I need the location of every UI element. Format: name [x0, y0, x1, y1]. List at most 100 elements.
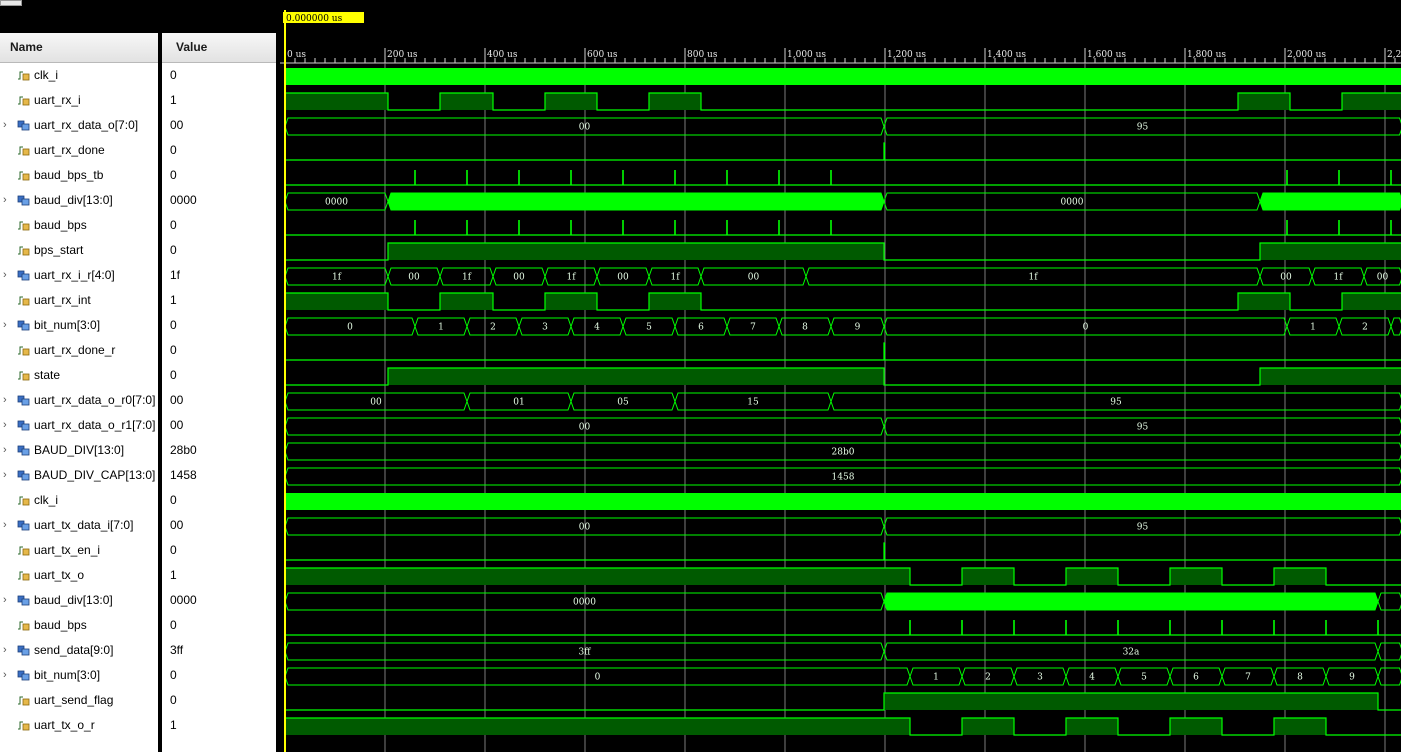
- signal-row-name[interactable]: › uart_rx_i_r[4:0]: [0, 263, 158, 288]
- signal-row-name[interactable]: uart_rx_done: [0, 138, 158, 163]
- bus-value-label: 1: [933, 673, 939, 683]
- signal-value: 00: [170, 518, 184, 532]
- signal-row-name[interactable]: uart_rx_i: [0, 88, 158, 113]
- high-level-fill: [1066, 568, 1118, 585]
- signal-name: bps_start: [34, 243, 84, 257]
- bus-signal-icon: [17, 595, 30, 606]
- bus-value-label: 0: [347, 323, 353, 333]
- expand-chevron-icon[interactable]: ›: [3, 313, 11, 338]
- bit-signal-icon: [18, 246, 30, 256]
- signal-row-name[interactable]: uart_send_flag: [0, 688, 158, 713]
- signal-value: 1: [170, 93, 177, 107]
- value-column-header[interactable]: Value: [162, 33, 276, 63]
- signal-value: 0: [170, 693, 177, 707]
- ruler-tick-label: 400 us: [487, 50, 518, 60]
- expand-chevron-icon[interactable]: ›: [3, 588, 11, 613]
- signal-row-name[interactable]: baud_bps: [0, 213, 158, 238]
- signal-row-name[interactable]: › baud_div[13:0]: [0, 588, 158, 613]
- expand-chevron-icon[interactable]: ›: [3, 113, 11, 138]
- bus-value-label: 05: [617, 398, 629, 408]
- bus-signal-icon: [17, 645, 30, 656]
- signal-row-name[interactable]: › uart_rx_data_o[7:0]: [0, 113, 158, 138]
- signal-row-name[interactable]: › uart_rx_data_o_r1[7:0]: [0, 413, 158, 438]
- signal-row-name[interactable]: clk_i: [0, 488, 158, 513]
- signal-value-column: 0 1 00 0 0 0000 0 0 1f 1 0 0 0 00 00 28b0 1458 0 00 0 1 0000 0…: [162, 63, 276, 752]
- name-column-header[interactable]: Name: [0, 33, 158, 63]
- signal-value: 0: [170, 368, 177, 382]
- signal-row-name[interactable]: uart_tx_en_i: [0, 538, 158, 563]
- bus-value-label: 5: [646, 323, 652, 333]
- signal-value: 0: [170, 668, 177, 682]
- ruler-tick-label: 1,600 us: [1087, 50, 1126, 60]
- signal-row-name[interactable]: baud_bps_tb: [0, 163, 158, 188]
- signal-name: clk_i: [34, 493, 59, 507]
- high-level-fill: [962, 568, 1014, 585]
- bus-signal-icon: [17, 420, 30, 431]
- signal-row-name[interactable]: › baud_div[13:0]: [0, 188, 158, 213]
- bit-signal-icon: [18, 496, 30, 506]
- signal-value: 1: [170, 568, 177, 582]
- high-level-fill: [545, 93, 597, 110]
- signal-row-name[interactable]: › BAUD_DIV_CAP[13:0]: [0, 463, 158, 488]
- signal-row-name[interactable]: bps_start: [0, 238, 158, 263]
- bus-value-label: 00: [513, 273, 525, 283]
- bus-value-label: 5: [1141, 673, 1147, 683]
- signal-row-name[interactable]: clk_i: [0, 63, 158, 88]
- bus-signal-icon: [17, 470, 30, 481]
- expand-chevron-icon[interactable]: ›: [3, 463, 11, 488]
- waveform-canvas[interactable]: 0.000000 us 0 us 200 us 400 us 600 us 800 us 1…: [280, 0, 1401, 752]
- bus-value-label: 8: [1297, 673, 1303, 683]
- ruler-tick-label: 200 us: [387, 50, 418, 60]
- bus-value-label: 95: [1137, 123, 1149, 133]
- bit-signal-icon: [18, 546, 30, 556]
- signal-row-name[interactable]: uart_rx_done_r: [0, 338, 158, 363]
- signal-row-name[interactable]: › bit_num[3:0]: [0, 313, 158, 338]
- expand-chevron-icon[interactable]: ›: [3, 638, 11, 663]
- signal-value: 1458: [170, 468, 197, 482]
- bit-signal-icon: [18, 696, 30, 706]
- signal-value: 28b0: [170, 443, 197, 457]
- expand-chevron-icon[interactable]: ›: [3, 413, 11, 438]
- signal-row-name[interactable]: uart_tx_o_r: [0, 713, 158, 738]
- signal-row-name[interactable]: uart_tx_o: [0, 563, 158, 588]
- signal-value: 0: [170, 243, 177, 257]
- expand-chevron-icon[interactable]: ›: [3, 663, 11, 688]
- ruler-tick-label: 600 us: [587, 50, 618, 60]
- toolbar-button[interactable]: [0, 0, 22, 6]
- high-level-fill: [1260, 243, 1401, 260]
- expand-chevron-icon[interactable]: ›: [3, 263, 11, 288]
- waveform-panel[interactable]: 0.000000 us 0 us 200 us 400 us 600 us 800 us 1…: [280, 0, 1401, 752]
- bit-signal-icon: [18, 171, 30, 181]
- cursor-time-label: 0.000000 us: [286, 14, 343, 24]
- signal-name: uart_rx_data_o[7:0]: [34, 118, 139, 132]
- signal-name: baud_bps_tb: [34, 168, 104, 182]
- expand-chevron-icon[interactable]: ›: [3, 513, 11, 538]
- bus-toggle-fill: [387, 192, 885, 211]
- signal-value: 0: [170, 493, 177, 507]
- high-level-fill: [285, 718, 910, 735]
- signal-value: 0: [170, 143, 177, 157]
- signal-row-name[interactable]: › bit_num[3:0]: [0, 663, 158, 688]
- signal-row-name[interactable]: uart_rx_int: [0, 288, 158, 313]
- signal-row-name[interactable]: › uart_tx_data_i[7:0]: [0, 513, 158, 538]
- bit-waveform: [285, 542, 1401, 561]
- signal-row-name[interactable]: › BAUD_DIV[13:0]: [0, 438, 158, 463]
- bus-value-label: 3: [1037, 673, 1043, 683]
- signal-name: clk_i: [34, 68, 59, 82]
- signal-row-name[interactable]: state: [0, 363, 158, 388]
- signal-row-name[interactable]: baud_bps: [0, 613, 158, 638]
- bus-toggle-fill: [1259, 192, 1401, 211]
- high-level-fill: [285, 293, 388, 310]
- bus-value-label: 0: [1083, 323, 1089, 333]
- signal-row-name[interactable]: › send_data[9:0]: [0, 638, 158, 663]
- expand-chevron-icon[interactable]: ›: [3, 188, 11, 213]
- bus-value-label: 2: [985, 673, 991, 683]
- bus-value-label: 0000: [325, 198, 348, 208]
- signal-row-name[interactable]: › uart_rx_data_o_r0[7:0]: [0, 388, 158, 413]
- high-level-fill: [1238, 93, 1290, 110]
- high-level-fill: [1066, 718, 1118, 735]
- signal-name: BAUD_DIV_CAP[13:0]: [34, 468, 156, 482]
- expand-chevron-icon[interactable]: ›: [3, 388, 11, 413]
- expand-chevron-icon[interactable]: ›: [3, 438, 11, 463]
- column-divider[interactable]: [158, 33, 162, 752]
